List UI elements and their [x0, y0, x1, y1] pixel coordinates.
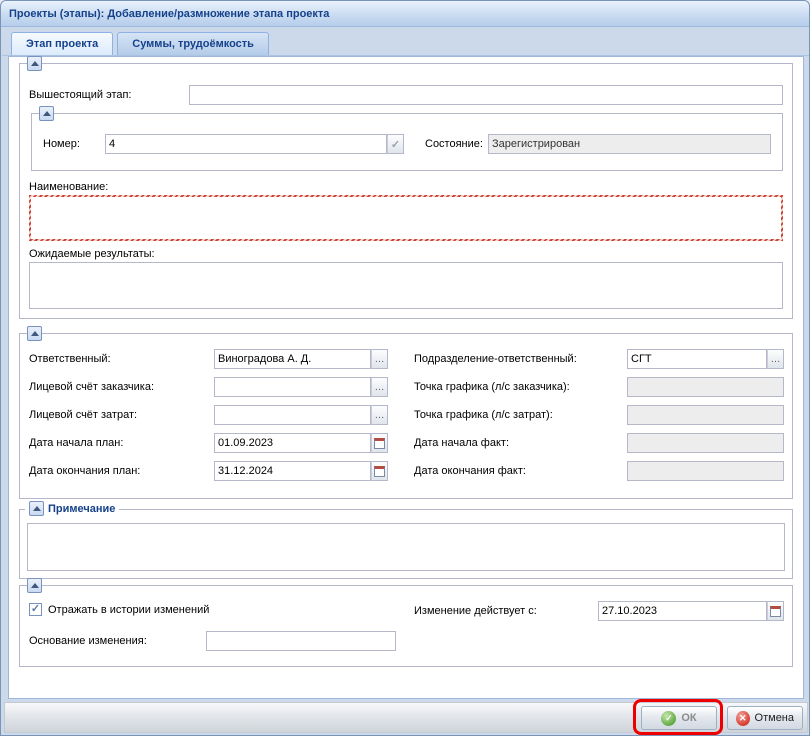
cost-account-label: Лицевой счёт затрат: — [29, 409, 137, 421]
customer-schedule-point-label: Точка графика (л/с заказчика): — [414, 381, 570, 393]
ellipsis-icon: … — [375, 410, 385, 421]
collapse-note-button[interactable] — [29, 501, 44, 516]
end-date-plan-label: Дата окончания план: — [29, 465, 140, 477]
start-date-plan-label: Дата начала план: — [29, 437, 123, 449]
check-icon: ✓ — [391, 138, 400, 151]
end-date-fact-label: Дата окончания факт: — [414, 465, 526, 477]
number-input[interactable] — [105, 134, 387, 154]
collapse-arrow-icon — [31, 583, 39, 588]
start-date-fact-label: Дата начала факт: — [414, 437, 509, 449]
tab-stage-label: Этап проекта — [26, 38, 98, 50]
parent-stage-label: Вышестоящий этап: — [29, 89, 132, 101]
history-checkbox[interactable]: ✓ — [29, 603, 42, 616]
cancel-button[interactable]: ✕ Отмена — [727, 706, 803, 730]
number-label: Номер: — [43, 138, 80, 150]
responsible-input[interactable] — [214, 349, 371, 369]
customer-account-label: Лицевой счёт заказчика: — [29, 381, 154, 393]
history-checkbox-label: Отражать в истории изменений — [48, 604, 209, 616]
cost-account-input[interactable] — [214, 405, 371, 425]
ellipsis-icon: … — [771, 354, 781, 365]
ellipsis-icon: … — [375, 382, 385, 393]
note-textarea[interactable] — [27, 523, 785, 571]
collapse-main-button[interactable] — [27, 56, 42, 71]
responsible-label: Ответственный: — [29, 353, 111, 365]
customer-schedule-point-input — [627, 377, 784, 397]
calendar-icon — [374, 438, 385, 449]
state-input — [488, 134, 771, 154]
tab-sums-label: Суммы, трудоёмкость — [132, 38, 254, 50]
collapse-arrow-icon — [31, 61, 39, 66]
change-basis-label: Основание изменения: — [29, 635, 147, 647]
customer-account-lookup-button[interactable]: … — [371, 377, 388, 397]
dialog-window: Проекты (этапы): Добавление/размножение … — [0, 0, 810, 736]
tab-stage[interactable]: Этап проекта — [11, 32, 113, 55]
calendar-icon — [770, 606, 781, 617]
collapse-arrow-icon — [31, 331, 39, 336]
start-date-plan-calendar-button[interactable] — [371, 433, 388, 453]
collapse-history-button[interactable] — [27, 578, 42, 593]
number-check-button[interactable]: ✓ — [387, 134, 404, 154]
window-title: Проекты (этапы): Добавление/размножение … — [9, 8, 329, 20]
state-label: Состояние: — [425, 138, 483, 150]
change-effective-label: Изменение действует с: — [414, 605, 537, 617]
end-date-plan-input[interactable] — [214, 461, 371, 481]
name-textarea[interactable] — [29, 195, 783, 241]
expected-results-label: Ожидаемые результаты: — [29, 248, 155, 260]
tab-bar: Этап проекта Суммы, трудоёмкость — [2, 27, 810, 56]
responsible-lookup-button[interactable]: … — [371, 349, 388, 369]
expected-results-textarea[interactable] — [29, 262, 783, 309]
change-effective-calendar-button[interactable] — [767, 601, 784, 621]
start-date-fact-input — [627, 433, 784, 453]
fieldset-history — [19, 585, 793, 667]
ok-check-icon: ✓ — [661, 711, 676, 726]
cost-account-lookup-button[interactable]: … — [371, 405, 388, 425]
name-label: Наименование: — [29, 181, 108, 193]
ok-button[interactable]: ✓ ОК — [641, 706, 717, 730]
cost-schedule-point-input — [627, 405, 784, 425]
department-label: Подразделение-ответственный: — [414, 353, 577, 365]
tab-sums[interactable]: Суммы, трудоёмкость — [117, 32, 269, 55]
checkbox-check-icon: ✓ — [31, 604, 40, 615]
change-effective-input[interactable] — [598, 601, 767, 621]
cancel-button-label: Отмена — [755, 712, 794, 724]
collapse-details-button[interactable] — [27, 326, 42, 341]
calendar-icon — [374, 466, 385, 477]
department-lookup-button[interactable]: … — [767, 349, 784, 369]
change-basis-input[interactable] — [206, 631, 396, 651]
end-date-plan-calendar-button[interactable] — [371, 461, 388, 481]
cancel-cross-icon: ✕ — [736, 711, 750, 726]
cost-schedule-point-label: Точка графика (л/с затрат): — [414, 409, 553, 421]
collapse-arrow-icon — [43, 111, 51, 116]
end-date-fact-input — [627, 461, 784, 481]
customer-account-input[interactable] — [214, 377, 371, 397]
note-legend-label: Примечание — [48, 503, 115, 515]
department-input[interactable] — [627, 349, 767, 369]
collapse-arrow-icon — [33, 506, 41, 511]
collapse-number-button[interactable] — [39, 106, 54, 121]
start-date-plan-input[interactable] — [214, 433, 371, 453]
ellipsis-icon: … — [375, 354, 385, 365]
ok-button-label: ОК — [681, 712, 696, 724]
note-legend: Примечание — [25, 501, 119, 516]
parent-stage-input[interactable] — [189, 85, 783, 105]
window-titlebar[interactable]: Проекты (этапы): Добавление/размножение … — [1, 1, 809, 27]
